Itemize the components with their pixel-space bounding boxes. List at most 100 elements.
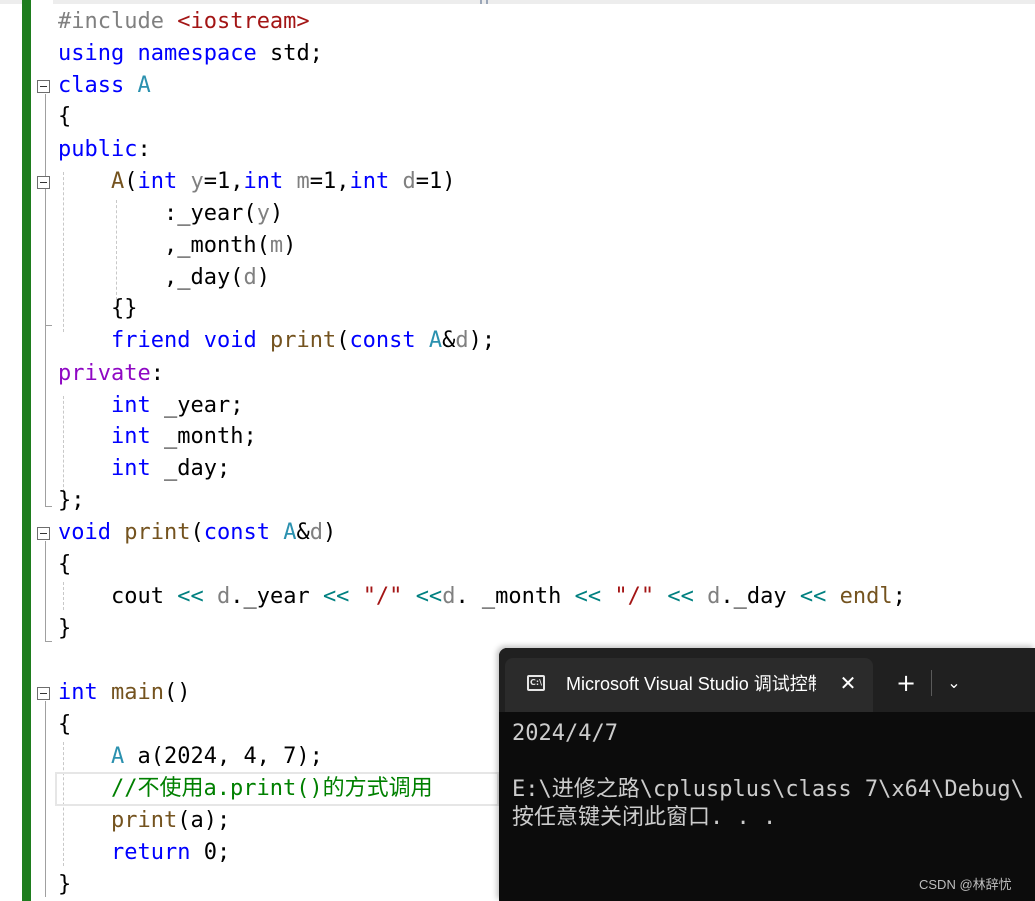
code-token: ); — [468, 328, 496, 353]
debug-console-window[interactable]: C:\ Microsoft Visual Studio 调试控制台 ✕ + ⌄ … — [499, 648, 1035, 901]
code-line[interactable]: friend void print(const A&d); — [58, 325, 495, 357]
code-line[interactable]: { — [58, 101, 71, 133]
code-token: A — [110, 744, 125, 769]
code-token: ._day — [720, 584, 800, 609]
code-line[interactable]: ,_day(d) — [58, 262, 270, 294]
code-token: m — [296, 169, 310, 194]
collapse-constructor-toggle[interactable] — [37, 176, 50, 189]
code-token: endl — [839, 584, 893, 609]
code-line[interactable]: A(int y=1,int m=1,int d=1) — [58, 166, 456, 198]
code-token: }; — [58, 488, 85, 513]
code-token: class — [58, 73, 125, 98]
code-token: ) — [256, 265, 270, 290]
code-token: public — [58, 137, 138, 162]
code-token: () — [163, 680, 191, 705]
code-token: << — [667, 584, 694, 609]
code-line[interactable]: A a(2024, 4, 7); — [58, 741, 323, 773]
code-line[interactable]: void print(const A&d) — [58, 517, 336, 549]
code-token: print — [269, 328, 337, 353]
code-line[interactable]: int _day; — [58, 453, 230, 485]
tab-divider — [931, 670, 932, 696]
code-line[interactable]: } — [58, 869, 71, 901]
code-token: y — [256, 201, 270, 226]
editor-top-strip — [0, 0, 1035, 4]
console-tab[interactable]: C:\ Microsoft Visual Studio 调试控制台 ✕ — [505, 658, 873, 712]
collapse-class-toggle[interactable] — [37, 80, 50, 93]
code-line[interactable]: { — [58, 709, 71, 741]
code-token: ( — [190, 520, 204, 545]
code-token: private — [58, 361, 151, 386]
collapse-print-function-toggle[interactable] — [37, 527, 50, 540]
code-token: d — [309, 520, 323, 545]
code-token: d — [455, 328, 469, 353]
code-token: { — [58, 104, 72, 129]
close-icon[interactable]: ✕ — [835, 670, 861, 696]
code-token: return — [110, 840, 191, 865]
code-token: //不使用a.print()的方式调用 — [110, 776, 433, 801]
code-line[interactable]: } — [58, 613, 71, 645]
splitter-mark — [480, 0, 482, 4]
code-line[interactable]: return 0; — [58, 837, 230, 869]
code-token: ) — [283, 233, 297, 258]
code-line[interactable]: print(a); — [58, 805, 230, 837]
code-token: d — [243, 265, 257, 290]
code-line[interactable]: //不使用a.print()的方式调用 — [55, 772, 499, 806]
code-token: :_year( — [58, 201, 257, 226]
code-token: ._year — [230, 584, 323, 609]
code-line[interactable]: { — [58, 549, 71, 581]
plus-icon[interactable]: + — [891, 668, 921, 698]
outline-line — [45, 94, 46, 506]
code-line[interactable]: #include <iostream> — [58, 6, 310, 38]
code-token: "/" — [362, 584, 403, 609]
code-token: << — [415, 584, 443, 609]
code-line[interactable]: int _month; — [58, 421, 257, 453]
console-line: 2024/4/7 — [512, 721, 618, 746]
code-line[interactable]: class A — [58, 70, 151, 102]
code-line[interactable]: {} — [58, 293, 138, 325]
code-line[interactable]: :_year(y) — [58, 198, 283, 230]
code-token: int — [110, 456, 151, 481]
code-line[interactable]: using namespace std; — [58, 38, 323, 70]
code-token: & — [296, 520, 310, 545]
code-line[interactable]: private: — [58, 358, 164, 390]
code-token: int — [110, 424, 151, 449]
code-token: using — [58, 41, 125, 66]
code-token: cout — [58, 584, 178, 609]
code-token: const — [203, 520, 270, 545]
code-token: & — [442, 328, 456, 353]
code-line[interactable]: int _year; — [58, 390, 243, 422]
collapse-main-toggle[interactable] — [37, 687, 50, 700]
code-token: ; — [892, 584, 906, 609]
code-token: std; — [256, 41, 323, 66]
code-token: void — [58, 520, 111, 545]
code-token: void — [203, 328, 257, 353]
code-token: d — [442, 584, 456, 609]
code-line[interactable]: }; — [58, 485, 85, 517]
code-line[interactable]: ,_month(m) — [58, 230, 296, 262]
chevron-down-icon[interactable]: ⌄ — [939, 668, 969, 698]
tab-title: Microsoft Visual Studio 调试控制台 — [566, 674, 816, 694]
code-token: ) — [269, 201, 284, 226]
code-token: friend — [110, 328, 191, 353]
code-line[interactable]: public: — [58, 134, 151, 166]
code-token: : — [137, 137, 151, 162]
code-token: << — [574, 584, 602, 609]
code-line[interactable]: int main() — [58, 677, 190, 709]
outlining-margin — [31, 0, 53, 901]
code-token: d — [216, 584, 231, 609]
code-line[interactable]: cout << d._year << "/" <<d. _month << "/… — [58, 581, 906, 613]
code-token: =1, — [203, 169, 244, 194]
